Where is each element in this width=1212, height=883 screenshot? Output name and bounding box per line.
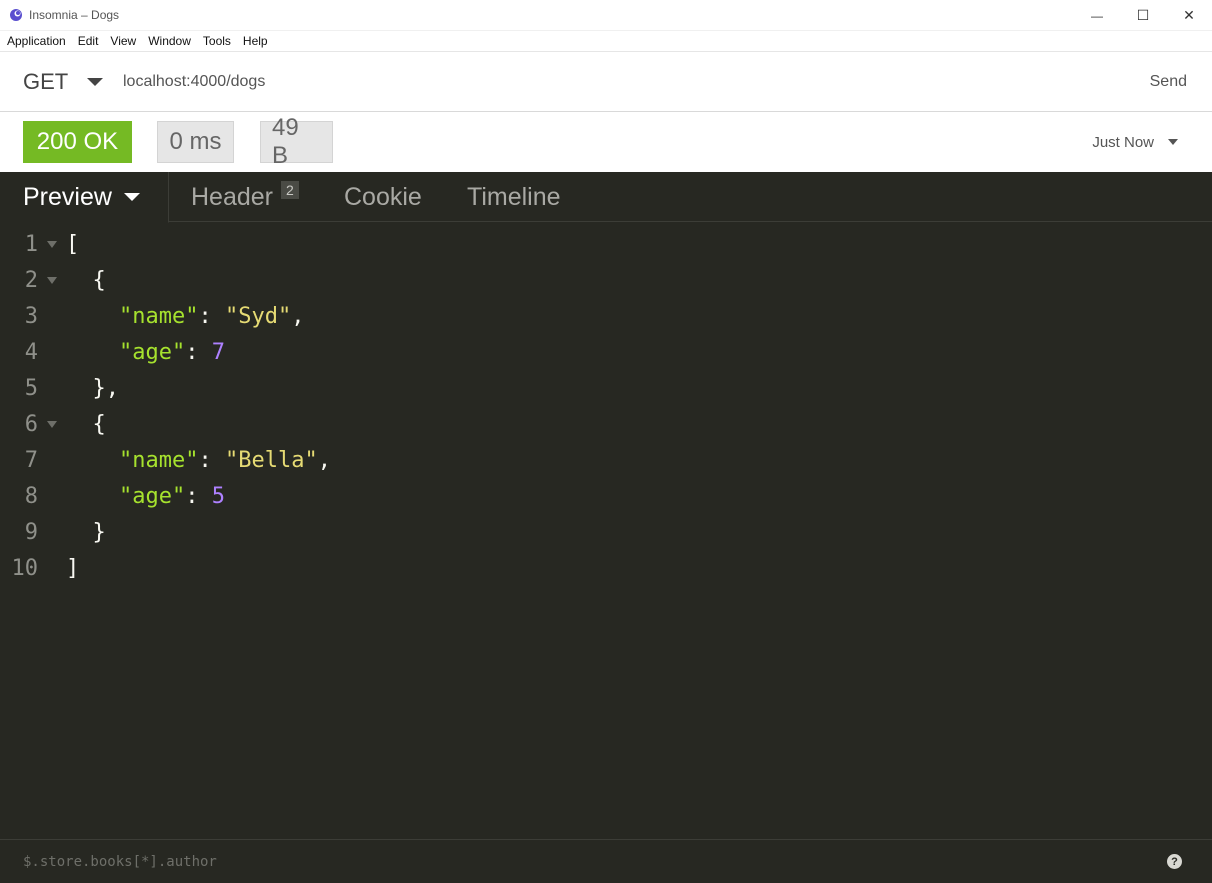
line-number: 5 xyxy=(24,375,38,401)
tab-header-label: Header xyxy=(191,182,273,211)
status-badge: 200 OK xyxy=(23,121,132,163)
code-line: 7 "name": "Bella", xyxy=(0,442,1212,478)
code-line: 10 ] xyxy=(0,550,1212,586)
json-string-value: "Bella" xyxy=(224,447,318,473)
menu-window[interactable]: Window xyxy=(142,31,197,52)
chevron-down-icon[interactable] xyxy=(123,193,140,201)
code-line: 9 } xyxy=(0,514,1212,550)
tab-timeline[interactable]: Timeline xyxy=(467,172,561,222)
line-number: 4 xyxy=(24,339,38,365)
fold-toggle[interactable] xyxy=(38,276,66,284)
header-count-badge: 2 xyxy=(281,181,299,199)
close-button[interactable]: ✕ xyxy=(1166,0,1212,31)
json-key: "name" xyxy=(118,447,199,473)
window-controls: — ☐ ✕ xyxy=(1074,0,1212,31)
code-text: [ xyxy=(66,231,80,257)
chevron-down-icon xyxy=(1168,139,1178,145)
line-number: 8 xyxy=(24,483,38,509)
json-number-value: 5 xyxy=(211,483,225,509)
menu-help[interactable]: Help xyxy=(237,31,274,52)
response-pane: Preview Header 2 Cookie Timeline 1 [ 2 {… xyxy=(0,172,1212,883)
code-line: 2 { xyxy=(0,262,1212,298)
maximize-button[interactable]: ☐ xyxy=(1120,0,1166,31)
json-key: "age" xyxy=(118,339,186,365)
code-line: 1 [ xyxy=(0,226,1212,262)
history-label: Just Now xyxy=(1092,133,1154,151)
line-number: 2 xyxy=(24,267,38,293)
method-dropdown[interactable]: GET xyxy=(0,69,103,95)
line-number: 9 xyxy=(24,519,38,545)
code-line: 5 }, xyxy=(0,370,1212,406)
window-title: Insomnia – Dogs xyxy=(29,8,120,22)
code-text: { xyxy=(66,411,106,437)
chevron-down-icon xyxy=(87,77,103,86)
json-string-value: "Syd" xyxy=(224,303,292,329)
menu-application[interactable]: Application xyxy=(0,31,72,52)
menu-edit[interactable]: Edit xyxy=(72,31,105,52)
json-filter-input[interactable] xyxy=(23,853,1123,870)
code-text: { xyxy=(66,267,106,293)
title-bar: Insomnia – Dogs — ☐ ✕ xyxy=(0,0,1212,31)
json-key: "age" xyxy=(118,483,186,509)
tab-preview-label: Preview xyxy=(23,182,112,211)
tab-cookie-label: Cookie xyxy=(344,182,422,211)
line-number: 6 xyxy=(24,411,38,437)
code-line: 6 { xyxy=(0,406,1212,442)
code-text: "name": "Bella", xyxy=(118,447,331,473)
json-number-value: 7 xyxy=(211,339,225,365)
response-size-badge: 49 B xyxy=(260,114,333,169)
tab-timeline-label: Timeline xyxy=(467,182,561,211)
fold-arrow-icon xyxy=(47,240,57,248)
code-line: 4 "age": 7 xyxy=(0,334,1212,370)
menu-bar: Application Edit View Window Tools Help xyxy=(0,31,1212,52)
fold-arrow-icon xyxy=(47,276,57,284)
filter-bar: ? xyxy=(0,839,1212,883)
minimize-icon: — xyxy=(1091,8,1103,23)
line-number: 7 xyxy=(24,447,38,473)
code-text: "name": "Syd", xyxy=(118,303,305,329)
json-key: "name" xyxy=(118,303,199,329)
url-input[interactable]: localhost:4000/dogs xyxy=(123,73,265,91)
help-icon[interactable]: ? xyxy=(1167,854,1182,869)
code-line: 8 "age": 5 xyxy=(0,478,1212,514)
line-number: 1 xyxy=(24,231,38,257)
line-number: 3 xyxy=(24,303,38,329)
tab-cookie[interactable]: Cookie xyxy=(344,172,422,222)
method-label: GET xyxy=(23,68,69,94)
code-text: ] xyxy=(66,555,80,581)
send-button[interactable]: Send xyxy=(1150,73,1187,91)
response-status-bar: 200 OK 0 ms 49 B Just Now xyxy=(0,112,1212,172)
response-tabs: Preview Header 2 Cookie Timeline xyxy=(0,172,1212,223)
fold-toggle[interactable] xyxy=(38,420,66,428)
maximize-icon: ☐ xyxy=(1136,7,1150,23)
menu-tools[interactable]: Tools xyxy=(197,31,237,52)
line-number: 10 xyxy=(11,555,39,581)
menu-view[interactable]: View xyxy=(104,31,142,52)
close-icon: ✕ xyxy=(1183,7,1195,23)
tab-preview[interactable]: Preview xyxy=(0,172,169,223)
response-time-badge: 0 ms xyxy=(157,121,234,163)
request-bar: GET localhost:4000/dogs Send xyxy=(0,52,1212,112)
fold-toggle[interactable] xyxy=(38,240,66,248)
insomnia-logo-icon xyxy=(10,9,22,21)
minimize-button[interactable]: — xyxy=(1074,0,1120,31)
code-text: "age": 7 xyxy=(118,339,225,365)
code-text: "age": 5 xyxy=(118,483,225,509)
tab-header[interactable]: Header 2 xyxy=(191,172,299,222)
response-history-dropdown[interactable]: Just Now xyxy=(1092,134,1178,151)
fold-arrow-icon xyxy=(47,420,57,428)
code-text: } xyxy=(66,519,106,545)
code-line: 3 "name": "Syd", xyxy=(0,298,1212,334)
code-text: }, xyxy=(66,375,119,401)
json-preview: 1 [ 2 { 3 "name": "Syd", 4 "age": 7 5 },… xyxy=(0,226,1212,586)
